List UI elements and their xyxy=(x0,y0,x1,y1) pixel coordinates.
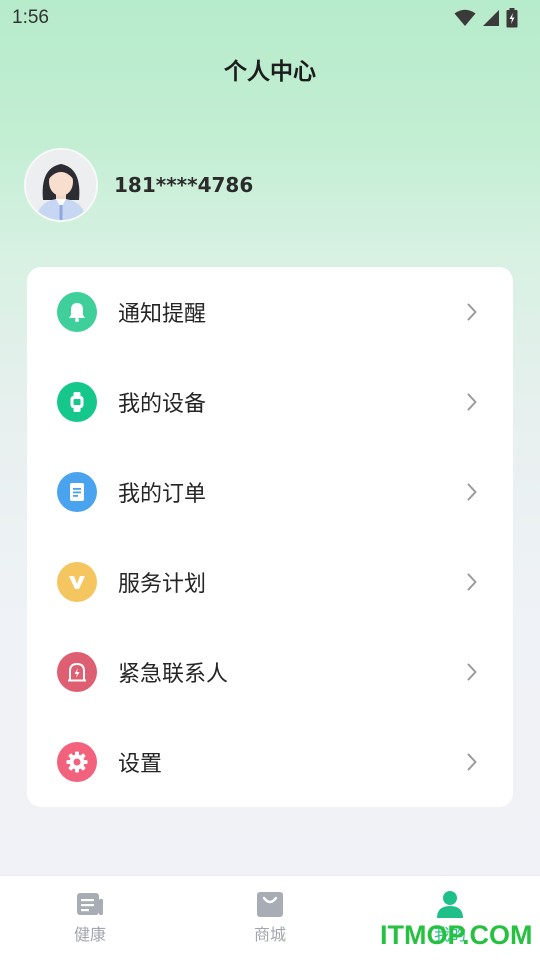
chevron-right-icon xyxy=(467,303,477,321)
menu-label-notifications: 通知提醒 xyxy=(118,302,207,327)
v-badge-icon xyxy=(57,562,97,602)
menu-label-settings: 设置 xyxy=(118,752,163,777)
menu-label-my-devices: 我的设备 xyxy=(118,392,207,417)
user-phone: 181****4786 xyxy=(114,173,254,197)
menu-label-emergency-contacts: 紧急联系人 xyxy=(118,662,229,687)
watch-icon xyxy=(57,382,97,422)
bell-icon xyxy=(57,292,97,332)
profile-section[interactable]: 181****4786 xyxy=(24,148,253,222)
wifi-icon xyxy=(454,9,476,26)
nav-label-health: 健康 xyxy=(73,925,106,944)
chevron-right-icon xyxy=(467,753,477,771)
status-time: 1:56 xyxy=(12,7,49,28)
menu-item-my-orders[interactable]: 我的订单 xyxy=(27,447,513,537)
status-bar: 1:56 xyxy=(0,0,540,36)
cellular-signal-icon xyxy=(483,10,499,26)
person-icon xyxy=(437,891,463,918)
chevron-right-icon xyxy=(467,573,477,591)
menu-item-notifications[interactable]: 通知提醒 xyxy=(27,267,513,357)
watermark-logo: ITMOP.COM xyxy=(380,920,533,950)
avatar[interactable] xyxy=(24,148,98,222)
nav-label-mall: 商城 xyxy=(253,925,286,944)
user-avatar-icon xyxy=(26,150,96,220)
shopping-bag-icon xyxy=(257,892,283,917)
menu-item-settings[interactable]: 设置 xyxy=(27,717,513,807)
chevron-right-icon xyxy=(467,663,477,681)
alarm-icon xyxy=(57,652,97,692)
menu-item-service-plan[interactable]: 服务计划 xyxy=(27,537,513,627)
page-title: 个人中心 xyxy=(224,59,316,85)
menu-label-service-plan: 服务计划 xyxy=(118,572,207,597)
battery-icon xyxy=(506,8,518,28)
chevron-right-icon xyxy=(467,393,477,411)
menu-label-my-orders: 我的订单 xyxy=(118,482,207,507)
menu-item-emergency-contacts[interactable]: 紧急联系人 xyxy=(27,627,513,717)
news-icon xyxy=(77,893,103,915)
document-icon xyxy=(57,472,97,512)
menu-item-my-devices[interactable]: 我的设备 xyxy=(27,357,513,447)
nav-item-health[interactable]: 健康 xyxy=(0,876,180,960)
chevron-right-icon xyxy=(467,483,477,501)
gear-icon xyxy=(57,742,97,782)
nav-item-mall[interactable]: 商城 xyxy=(180,876,360,960)
status-icons xyxy=(454,8,518,28)
menu-card: 通知提醒 我的设备 我的订单 服务计划 紧急联系人 设置 xyxy=(27,267,513,807)
